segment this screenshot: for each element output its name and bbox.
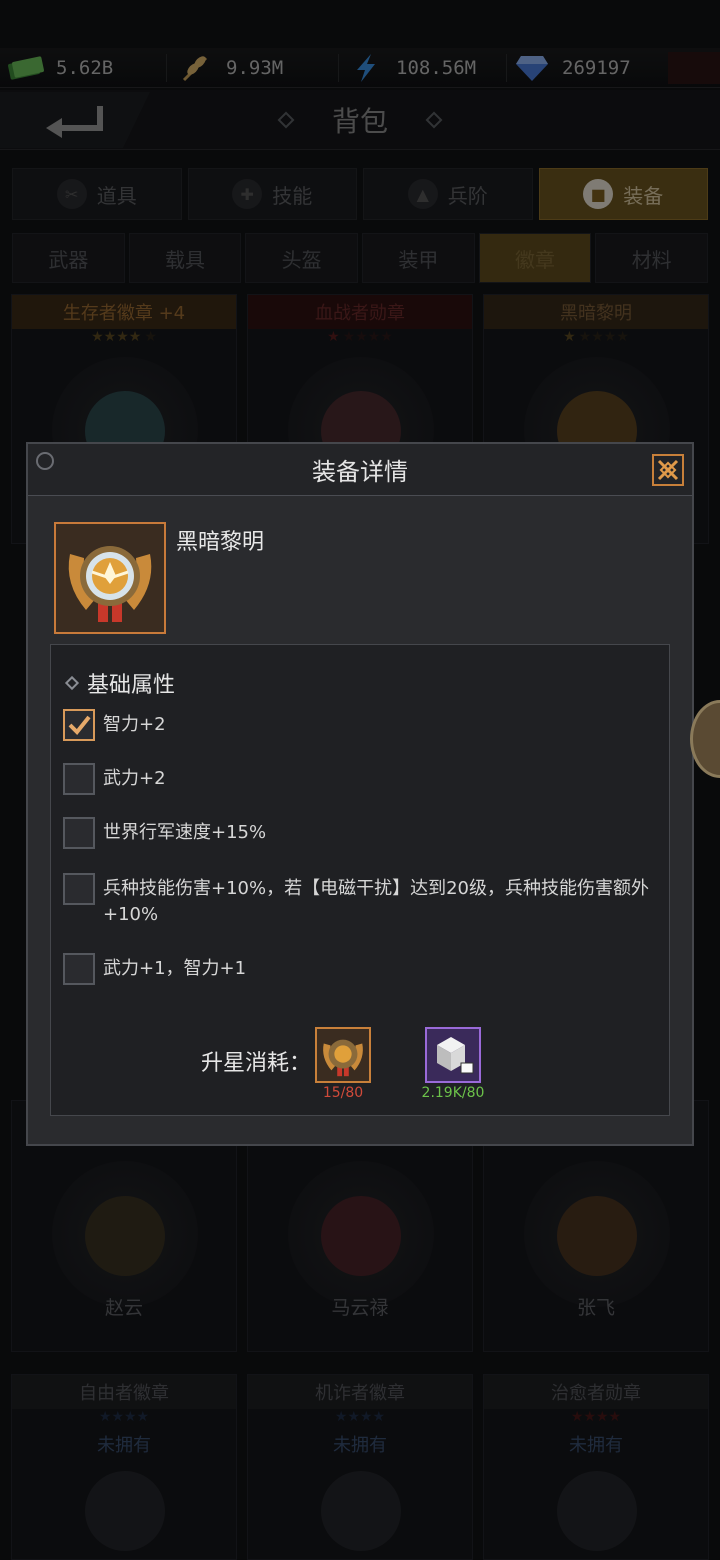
attribute-text: 武力+2 [103,768,166,789]
pin-icon [36,452,54,470]
cost-item[interactable]: 2.19K/80 [422,1027,484,1101]
cost-amount: 15/80 [322,1085,364,1101]
cost-amount: 2.19K/80 [421,1085,485,1101]
attribute-row[interactable]: 智力+2 [63,709,166,741]
modal-header: 装备详情 [28,444,692,496]
check-icon [68,715,91,735]
close-icon [657,459,679,481]
checkbox[interactable] [63,817,95,849]
equipment-detail-modal: 装备详情 黑暗黎明 基础属性 智力+2 武力+2 世界行军速度+15% 兵种技能… [26,442,694,1146]
checkbox[interactable] [63,873,95,905]
attribute-panel: 基础属性 智力+2 武力+2 世界行军速度+15% 兵种技能伤害+10%，若【电… [50,644,670,1116]
section-diamond-icon [64,675,80,691]
checkbox-checked[interactable] [63,709,95,741]
modal-title: 装备详情 [312,458,408,486]
cost-icon-frame [425,1027,481,1083]
dark-dawn-medal-icon [68,546,152,622]
cube-material-icon [437,1037,474,1074]
section-title-text: 基础属性 [87,673,176,698]
item-icon-frame [54,522,166,634]
attribute-text: 世界行军速度+15% [103,822,267,843]
attribute-row[interactable]: 世界行军速度+15% [63,817,266,849]
close-button[interactable] [652,454,684,486]
attribute-text: 兵种技能伤害+10%，若【电磁干扰】达到20级，兵种技能伤害额外+10% [103,878,649,925]
attribute-text: 武力+1，智力+1 [103,958,247,979]
attribute-row[interactable]: 武力+1，智力+1 [63,953,246,985]
item-name: 黑暗黎明 [176,530,265,555]
attribute-row[interactable]: 兵种技能伤害+10%，若【电磁干扰】达到20级，兵种技能伤害额外+10% [63,873,663,928]
app-root: 5.62B 9.93M 108.56M 269197 背包 ✂ 道具 ✚ 技能 … [0,0,720,1560]
cost-icon-frame [315,1027,371,1083]
upgrade-cost-label: 升星消耗： [201,1051,312,1076]
dark-dawn-medal-icon [323,1039,363,1077]
cost-item[interactable]: 15/80 [315,1027,371,1101]
attribute-row[interactable]: 武力+2 [63,763,166,795]
checkbox[interactable] [63,763,95,795]
section-title: 基础属性 [64,667,176,699]
checkbox[interactable] [63,953,95,985]
attribute-text: 智力+2 [103,714,166,735]
